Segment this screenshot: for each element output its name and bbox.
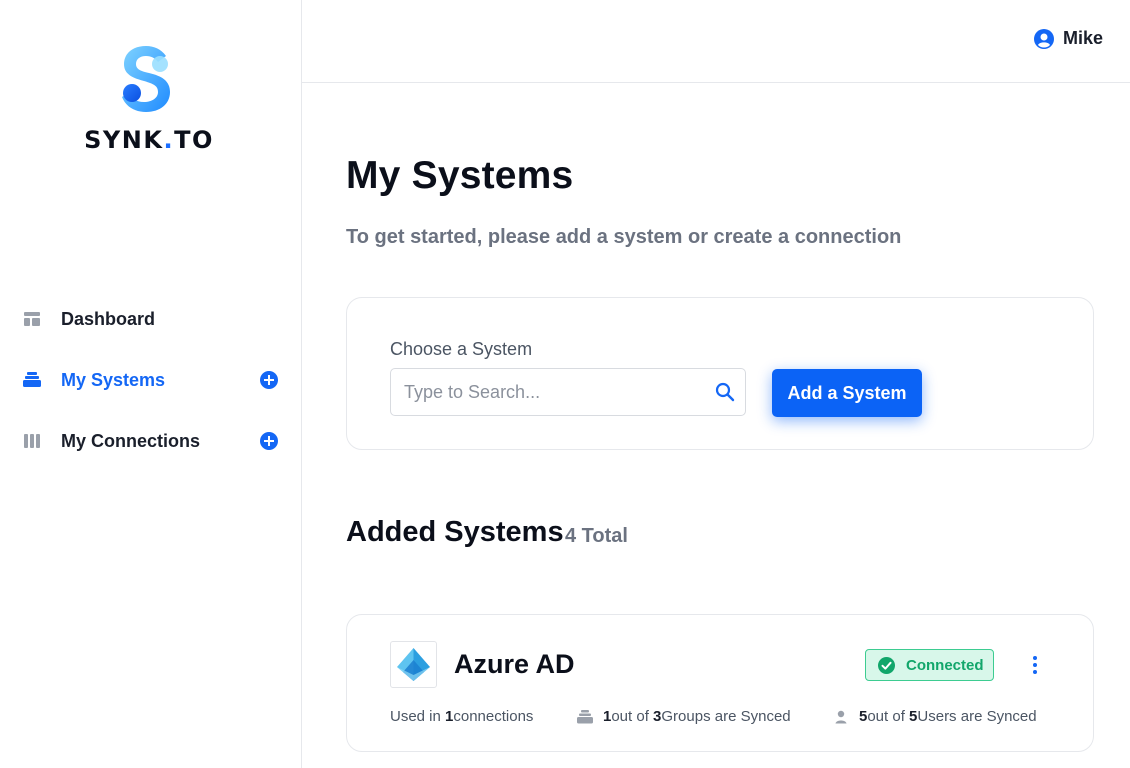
- page-title: My Systems: [346, 154, 574, 197]
- groups-synced: 1 out of 3 Groups are Synced: [577, 708, 791, 725]
- add-connection-plus-icon[interactable]: [260, 432, 278, 450]
- sidebar-item-my-systems[interactable]: My Systems: [22, 359, 282, 401]
- azure-ad-icon: [390, 641, 437, 688]
- connections-usage: Used in 1 connections: [390, 708, 533, 725]
- sidebar-nav: Dashboard My Systems My Connections: [22, 298, 282, 481]
- wordmark-dot: .: [163, 126, 175, 154]
- stack-icon: [22, 370, 42, 390]
- page-subtitle: To get started, please add a system or c…: [346, 226, 902, 248]
- meta-text: out of: [611, 708, 649, 725]
- sidebar-item-label: Dashboard: [61, 308, 156, 329]
- meta-count: 5: [859, 708, 868, 725]
- search-icon[interactable]: [715, 382, 735, 402]
- check-circle-icon: [878, 656, 895, 674]
- add-system-plus-icon[interactable]: [260, 371, 278, 389]
- columns-icon: [22, 431, 42, 451]
- added-systems-total: 4 Total: [565, 525, 628, 547]
- stack-icon: [577, 709, 593, 723]
- sidebar-item-dashboard[interactable]: Dashboard: [22, 298, 282, 340]
- meta-text: Users are Synced: [917, 708, 1037, 725]
- status-text: Connected: [906, 656, 984, 674]
- meta-text: Groups are Synced: [661, 708, 791, 725]
- meta-count: 3: [653, 708, 662, 725]
- user-menu[interactable]: Mike: [1033, 28, 1103, 49]
- kebab-dot: [1033, 656, 1037, 660]
- kebab-dot: [1033, 663, 1037, 667]
- synkto-wordmark: SYNK.TO: [84, 126, 214, 154]
- user-icon: [835, 710, 847, 723]
- meta-count: 1: [445, 708, 454, 725]
- meta-text: out of: [867, 708, 905, 725]
- system-name: Azure AD: [454, 649, 575, 679]
- sidebar-item-label: My Systems: [61, 369, 166, 390]
- meta-count: 5: [909, 708, 918, 725]
- user-circle-icon: [1033, 28, 1054, 49]
- kebab-dot: [1033, 670, 1037, 674]
- users-synced: 5 out of 5 Users are Synced: [833, 708, 1037, 725]
- system-card-azure-ad[interactable]: Azure AD Connected Used in 1 connections…: [346, 614, 1094, 752]
- choose-system-label: Choose a System: [390, 339, 533, 359]
- meta-text: connections: [453, 708, 534, 725]
- status-badge: Connected: [865, 649, 994, 681]
- sidebar-item-my-connections[interactable]: My Connections: [22, 420, 282, 462]
- synkto-logo[interactable]: SYNK.TO: [84, 44, 214, 154]
- top-bar: Mike: [302, 0, 1130, 83]
- add-system-card: Choose a System Add a System: [346, 297, 1094, 450]
- system-search-input[interactable]: [404, 369, 704, 415]
- system-search-box[interactable]: [390, 368, 746, 416]
- wordmark-end: TO: [174, 126, 214, 154]
- more-options-icon[interactable]: [1025, 652, 1045, 678]
- meta-count: 1: [603, 708, 612, 725]
- sidebar: SYNK.TO Dashboard My Systems My Connecti…: [0, 0, 302, 768]
- add-system-button[interactable]: Add a System: [772, 369, 922, 417]
- added-systems-title: Added Systems: [346, 516, 564, 548]
- synkto-logo-icon: [122, 46, 170, 112]
- sidebar-item-label: My Connections: [61, 430, 201, 451]
- user-name: Mike: [1062, 28, 1103, 48]
- dashboard-icon: [22, 309, 42, 329]
- wordmark-main: SYNK: [84, 126, 164, 154]
- meta-text: Used in: [390, 708, 441, 725]
